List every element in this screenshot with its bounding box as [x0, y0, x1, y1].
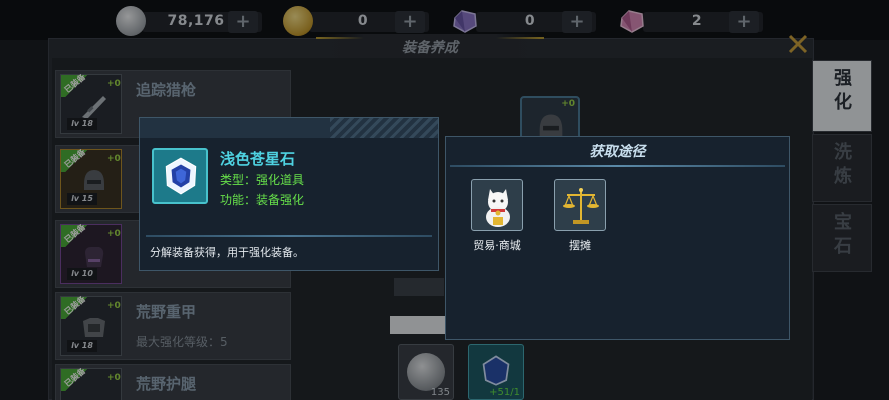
acquire-divider: [450, 165, 785, 167]
lucky-cat-icon: [486, 189, 510, 227]
source-shop-button[interactable]: [471, 179, 523, 231]
tooltip-header-hatch: [330, 118, 438, 138]
item-function: 功能：装备强化: [220, 193, 305, 207]
item-name: 浅色苍星石: [220, 150, 296, 168]
acquire-panel: 获取途径 贸易·商城 摆摊: [445, 136, 790, 340]
balance-scale-icon: [563, 188, 599, 224]
item-icon-box: [152, 148, 208, 204]
source-stall-label: 摆摊: [569, 239, 591, 252]
item-tooltip: 浅色苍星石 类型：强化道具 功能：装备强化 分解装备获得，用于强化装备。: [139, 117, 439, 271]
item-type: 类型：强化道具: [220, 173, 305, 187]
source-stall-button[interactable]: [554, 179, 606, 231]
blue-star-stone-icon: [165, 157, 197, 195]
source-shop-label: 贸易·商城: [473, 239, 521, 252]
tooltip-divider: [146, 235, 432, 237]
item-description: 分解装备获得，用于强化装备。: [150, 246, 304, 259]
acquire-title: 获取途径: [589, 144, 646, 160]
